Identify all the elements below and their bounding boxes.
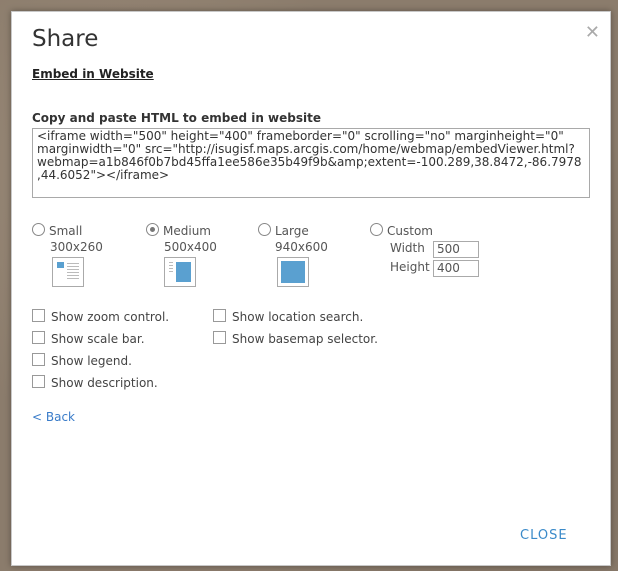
dialog-title: Share xyxy=(32,26,99,52)
size-option-large[interactable]: Large xyxy=(258,223,309,238)
size-medium-dims: 500x400 xyxy=(164,240,217,254)
custom-height-input[interactable]: 400 xyxy=(433,260,479,277)
option-zoom-control[interactable]: Show zoom control. xyxy=(32,309,169,324)
option-location-search[interactable]: Show location search. xyxy=(213,309,363,324)
large-preview-icon xyxy=(277,257,309,287)
small-preview-icon xyxy=(52,257,84,287)
basemap-checkbox[interactable] xyxy=(213,331,226,344)
back-link[interactable]: < Back xyxy=(32,410,75,424)
size-small-label: Small xyxy=(49,224,83,238)
size-option-small[interactable]: Small xyxy=(32,223,82,238)
location-search-checkbox[interactable] xyxy=(213,309,226,322)
embed-code-textarea[interactable]: <iframe width="500" height="400" framebo… xyxy=(32,128,590,198)
location-search-label: Show location search. xyxy=(232,310,364,324)
radio-medium[interactable] xyxy=(146,223,159,236)
embed-section-label: Copy and paste HTML to embed in website xyxy=(32,111,322,125)
legend-checkbox[interactable] xyxy=(32,353,45,366)
option-legend[interactable]: Show legend. xyxy=(32,353,132,368)
basemap-label: Show basemap selector. xyxy=(232,332,378,346)
embed-subtitle: Embed in Website xyxy=(32,67,154,81)
radio-large[interactable] xyxy=(258,223,271,236)
size-option-medium[interactable]: Medium xyxy=(146,223,211,238)
size-small-dims: 300x260 xyxy=(50,240,103,254)
size-medium-label: Medium xyxy=(163,224,211,238)
zoom-checkbox[interactable] xyxy=(32,309,45,322)
custom-width-input[interactable]: 500 xyxy=(433,241,479,258)
scale-checkbox[interactable] xyxy=(32,331,45,344)
option-scale-bar[interactable]: Show scale bar. xyxy=(32,331,145,346)
zoom-label: Show zoom control. xyxy=(51,310,170,324)
size-large-dims: 940x600 xyxy=(275,240,328,254)
option-description[interactable]: Show description. xyxy=(32,375,158,390)
close-icon[interactable]: ✕ xyxy=(585,22,600,43)
radio-small[interactable] xyxy=(32,223,45,236)
share-dialog: Share ✕ Embed in Website Copy and paste … xyxy=(11,11,611,566)
radio-custom[interactable] xyxy=(370,223,383,236)
medium-preview-icon xyxy=(164,257,196,287)
description-checkbox[interactable] xyxy=(32,375,45,388)
scale-label: Show scale bar. xyxy=(51,332,145,346)
size-custom-label: Custom xyxy=(387,224,433,238)
legend-label: Show legend. xyxy=(51,354,132,368)
description-label: Show description. xyxy=(51,376,158,390)
size-option-custom[interactable]: Custom xyxy=(370,223,433,238)
custom-height-label: Height xyxy=(390,260,430,274)
custom-width-label: Width xyxy=(390,241,425,255)
size-large-label: Large xyxy=(275,224,309,238)
option-basemap-selector[interactable]: Show basemap selector. xyxy=(213,331,378,346)
close-button[interactable]: CLOSE xyxy=(520,528,568,543)
